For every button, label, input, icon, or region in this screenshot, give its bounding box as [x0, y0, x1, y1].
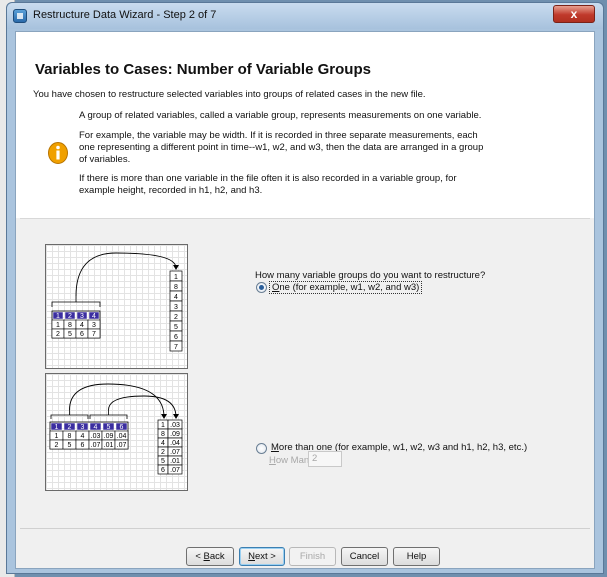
diagram2-header-label: 6 [120, 424, 124, 431]
diagram1-column-value: 7 [174, 344, 178, 351]
diagram1-column-value: 4 [174, 294, 178, 301]
diagram2-arrow-arc-2 [108, 395, 177, 418]
description-para3-line2: example height, recorded in h1, h2, and … [79, 185, 263, 196]
diagram1-cell-value: 7 [92, 331, 96, 338]
one-group-diagram: 1 2 3 4 1 8 4 3 2 5 6 7 1 8 4 3 2 5 6 7 [45, 244, 188, 369]
title-bar[interactable]: Restructure Data Wizard - Step 2 of 7 x [7, 3, 603, 29]
diagram1-column-value: 3 [174, 304, 178, 311]
description-para2-line3: of variables. [79, 154, 131, 165]
diagram1-cell-value: 3 [92, 322, 96, 329]
window-title: Restructure Data Wizard - Step 2 of 7 [33, 9, 217, 21]
multi-group-diagram: 1 2 3 4 5 6 1 8 4.03.09.04 2 5 6.07.01.07 1.03 8.09 4.… [45, 373, 188, 491]
multi-group-diagram-svg: 1 2 3 4 5 61 8 4.03.09.042 5 6.07.01.071.038.094.… [49, 383, 183, 475]
diagram2-column-value: .07 [170, 467, 180, 474]
diagram1-cell-value: 2 [56, 331, 60, 338]
next-mnemonic: N [248, 551, 255, 562]
diagram1-header-label: 2 [68, 313, 72, 320]
diagram1-header-label: 3 [80, 313, 84, 320]
diagram1-cell-value: 6 [80, 331, 84, 338]
diagram1-arrow-arc [75, 252, 177, 297]
page-title: Variables to Cases: Number of Variable G… [35, 61, 371, 78]
diagram1-column-value: 5 [174, 324, 178, 331]
how-many-input[interactable]: 2 [308, 451, 342, 467]
header-separator [20, 218, 590, 219]
option-more-radio[interactable] [256, 443, 267, 454]
diagram2-column-value: 4 [161, 440, 165, 447]
info-icon [48, 142, 68, 164]
diagram2-column-value: 6 [161, 467, 165, 474]
diagram2-column-value: .03 [170, 422, 180, 429]
intro-text: You have chosen to restructure selected … [33, 89, 426, 100]
diagram1-column-value: 6 [174, 334, 178, 341]
diagram1-brace [51, 296, 101, 307]
diagram2-column-value: 8 [161, 431, 165, 438]
diagram2-cell-value: 6 [81, 442, 85, 449]
diagram2-column-value: 1 [161, 422, 165, 429]
diagram1-cell-value: 5 [68, 331, 72, 338]
diagram1-column-value: 2 [174, 314, 178, 321]
close-button[interactable]: x [553, 5, 595, 23]
diagram2-cell-value: 8 [68, 433, 72, 440]
how-many-mnemonic: H [269, 455, 276, 466]
diagram2-arrowhead-2 [173, 414, 179, 419]
finish-button[interactable]: Finish [289, 547, 336, 566]
help-button[interactable]: Help [393, 547, 440, 566]
diagram1-cell-value: 4 [80, 322, 84, 329]
footer-separator [20, 528, 590, 529]
description-para2-line1: For example, the variable may be width. … [79, 130, 478, 141]
option-more-mnemonic: M [271, 442, 279, 453]
back-button[interactable]: < Back [186, 547, 234, 566]
diagram2-header-label: 1 [55, 424, 59, 431]
diagram2-column-value: .07 [170, 449, 180, 456]
description-para2-line2: one representing a different point in ti… [79, 142, 484, 153]
option-one-radio[interactable] [256, 282, 267, 293]
diagram1-cell-value: 8 [68, 322, 72, 329]
diagram2-brace [89, 410, 128, 419]
description-para1: A group of related variables, called a v… [79, 110, 482, 121]
diagram1-column-value: 8 [174, 284, 178, 291]
next-text: ext > [255, 551, 276, 562]
back-prefix: < [195, 551, 204, 562]
back-text: ack [209, 551, 225, 562]
diagram2-cell-value: 1 [55, 433, 59, 440]
diagram2-column-value: 2 [161, 449, 165, 456]
diagram2-cell-value: .09 [104, 433, 114, 440]
diagram2-cell-value: 4 [81, 433, 85, 440]
diagram2-header-label: 5 [107, 424, 111, 431]
diagram2-column-value: .09 [170, 431, 180, 438]
diagram2-brace [50, 410, 89, 419]
wizard-header: Variables to Cases: Number of Variable G… [16, 32, 594, 218]
wizard-content: Variables to Cases: Number of Variable G… [15, 31, 595, 569]
option-one-label[interactable]: One (for example, w1, w2, and w3) [269, 281, 423, 294]
diagram2-cell-value: .04 [117, 433, 127, 440]
diagram1-arrowhead [173, 265, 179, 270]
next-button[interactable]: Next > [239, 547, 285, 566]
description-para3-line1: If there is more than one variable in th… [79, 173, 457, 184]
cancel-button[interactable]: Cancel [341, 547, 388, 566]
diagram1-cell-value: 1 [56, 322, 60, 329]
wizard-window: Restructure Data Wizard - Step 2 of 7 x … [6, 2, 604, 574]
diagram2-cell-value: 2 [55, 442, 59, 449]
diagram2-cell-value: .07 [117, 442, 127, 449]
diagram2-cell-value: 5 [68, 442, 72, 449]
diagram1-header-label: 1 [56, 313, 60, 320]
diagram1-header-label: 4 [92, 313, 96, 320]
diagram2-arrow-arc-1 [69, 383, 165, 418]
diagram2-arrowhead-1 [161, 414, 167, 419]
diagram2-cell-value: .01 [104, 442, 114, 449]
diagram2-column-value: .04 [170, 440, 180, 447]
diagram2-header-label: 2 [68, 424, 72, 431]
diagram2-column-value: 5 [161, 458, 165, 465]
wizard-app-icon [13, 9, 27, 23]
option-one-text: ne (for example, w1, w2, and w3) [279, 282, 420, 293]
diagram1-column-value: 1 [174, 274, 178, 281]
question-label: How many variable groups do you want to … [255, 270, 486, 281]
diagram2-header-label: 4 [94, 424, 98, 431]
diagram2-column-value: .01 [170, 458, 180, 465]
diagram2-cell-value: .03 [91, 433, 101, 440]
diagram2-cell-value: .07 [91, 442, 101, 449]
diagram2-header-label: 3 [81, 424, 85, 431]
one-group-diagram-svg: 1 2 3 4 1 8 4 3 2 5 6 7 1 8 4 3 2 5 6 7 [51, 252, 183, 352]
